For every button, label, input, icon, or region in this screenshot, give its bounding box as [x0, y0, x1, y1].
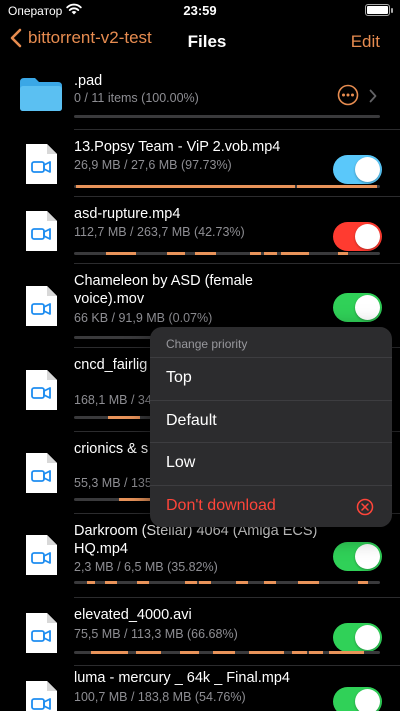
progress-segment — [106, 252, 136, 255]
progress-segment — [297, 581, 319, 584]
progress-segment — [75, 185, 228, 188]
progress-bar — [74, 252, 380, 255]
edit-button[interactable]: Edit — [351, 32, 380, 52]
menu-item-top[interactable]: Top — [150, 358, 392, 401]
back-button[interactable]: bittorrent-v2-test — [10, 28, 152, 48]
progress-bar — [74, 185, 380, 188]
video-file-icon — [26, 211, 57, 251]
video-file-icon — [26, 535, 57, 575]
file-name: luma - mercury _ 64k _ Final.mp4 — [74, 670, 290, 686]
progress-segment — [185, 581, 198, 584]
list-item[interactable]: luma - mercury _ 64k _ Final.mp4 100,7 M… — [0, 666, 400, 711]
progress-segment — [198, 581, 211, 584]
file-size: 168,1 MB / 34 — [74, 393, 152, 407]
progress-segment — [166, 252, 186, 255]
video-file-icon — [26, 286, 57, 326]
video-file-icon — [26, 144, 57, 184]
progress-segment — [296, 185, 377, 188]
file-size: 100,7 MB / 183,8 MB (54.76%) — [74, 690, 246, 704]
progress-segment — [236, 581, 248, 584]
video-file-icon — [26, 453, 57, 493]
progress-segment — [179, 651, 199, 654]
priority-context-menu: Change priority Top Default Low Don't do… — [150, 327, 392, 527]
menu-item-default[interactable]: Default — [150, 401, 392, 443]
file-name: asd-rupture.mp4 — [74, 206, 181, 222]
clock: 23:59 — [183, 3, 217, 18]
file-size: 0 / 11 items (100.00%) — [74, 91, 199, 105]
progress-segment — [107, 416, 140, 419]
progress-segment — [264, 252, 278, 255]
navigation-bar: bittorrent-v2-test Files Edit — [0, 22, 400, 62]
progress-segment — [212, 651, 236, 654]
progress-bar — [74, 651, 380, 654]
back-button-label: bittorrent-v2-test — [28, 28, 152, 47]
file-size: 26,9 MB / 27,6 MB (97.73%) — [74, 158, 232, 172]
list-item[interactable]: asd-rupture.mp4 112,7 MB / 263,7 MB (42.… — [0, 197, 400, 264]
file-name: 13.Popsy Team - ViP 2.vob.mp4 — [74, 139, 281, 155]
file-name: elevated_4000.avi — [74, 607, 192, 623]
menu-item-low[interactable]: Low — [150, 443, 392, 486]
priority-toggle[interactable] — [333, 623, 382, 652]
priority-toggle[interactable] — [333, 155, 382, 184]
file-size: 75,5 MB / 113,3 MB (66.68%) — [74, 627, 238, 641]
progress-bar — [74, 115, 380, 118]
list-item[interactable]: 13.Popsy Team - ViP 2.vob.mp4 26,9 MB / … — [0, 130, 400, 197]
progress-bar — [74, 581, 380, 584]
battery-icon — [365, 4, 393, 16]
chevron-left-icon — [10, 28, 22, 48]
video-file-icon — [26, 613, 57, 653]
file-name: .pad — [74, 73, 103, 89]
menu-title: Change priority — [150, 327, 392, 358]
progress-segment — [194, 252, 216, 255]
status-bar: Оператор 23:59 — [0, 0, 400, 22]
more-options-button[interactable] — [337, 84, 359, 106]
progress-segment — [86, 581, 95, 584]
progress-segment — [137, 581, 150, 584]
chevron-right-icon — [369, 89, 377, 103]
progress-segment — [250, 252, 262, 255]
progress-segment — [357, 581, 369, 584]
progress-segment — [280, 252, 309, 255]
list-item[interactable]: .pad 0 / 11 items (100.00%) — [0, 62, 400, 130]
progress-segment — [248, 651, 285, 654]
progress-segment — [135, 651, 162, 654]
list-item[interactable]: elevated_4000.avi 75,5 MB / 113,3 MB (66… — [0, 598, 400, 666]
progress-segment — [338, 252, 349, 255]
progress-segment — [309, 651, 323, 654]
progress-segment — [105, 581, 117, 584]
ellipsis-circle-icon — [337, 84, 359, 106]
progress-segment — [291, 651, 308, 654]
priority-toggle[interactable] — [333, 222, 382, 251]
video-file-icon — [26, 370, 57, 410]
video-file-icon — [26, 681, 57, 711]
file-size: 2,3 MB / 6,5 MB (35.82%) — [74, 560, 218, 574]
menu-item-dont-download[interactable]: Don't download — [150, 486, 392, 528]
progress-segment — [118, 498, 152, 501]
file-size: 66 KB / 91,9 MB (0.07%) — [74, 311, 213, 325]
progress-segment — [264, 581, 276, 584]
file-size: 55,3 MB / 135 — [74, 476, 152, 490]
priority-toggle[interactable] — [333, 687, 382, 711]
file-name: Darkroom (Stellar) 4064 (Amiga ECS) HQ.m… — [74, 523, 318, 557]
progress-segment — [227, 185, 295, 188]
progress-segment — [329, 651, 364, 654]
file-name: Chameleon by ASD (female voice).mov — [74, 273, 253, 307]
x-circle-icon — [356, 498, 374, 515]
progress-segment — [91, 651, 129, 654]
priority-toggle[interactable] — [333, 293, 382, 322]
folder-icon — [20, 78, 62, 111]
file-size: 112,7 MB / 263,7 MB (42.73%) — [74, 225, 245, 239]
priority-toggle[interactable] — [333, 542, 382, 571]
